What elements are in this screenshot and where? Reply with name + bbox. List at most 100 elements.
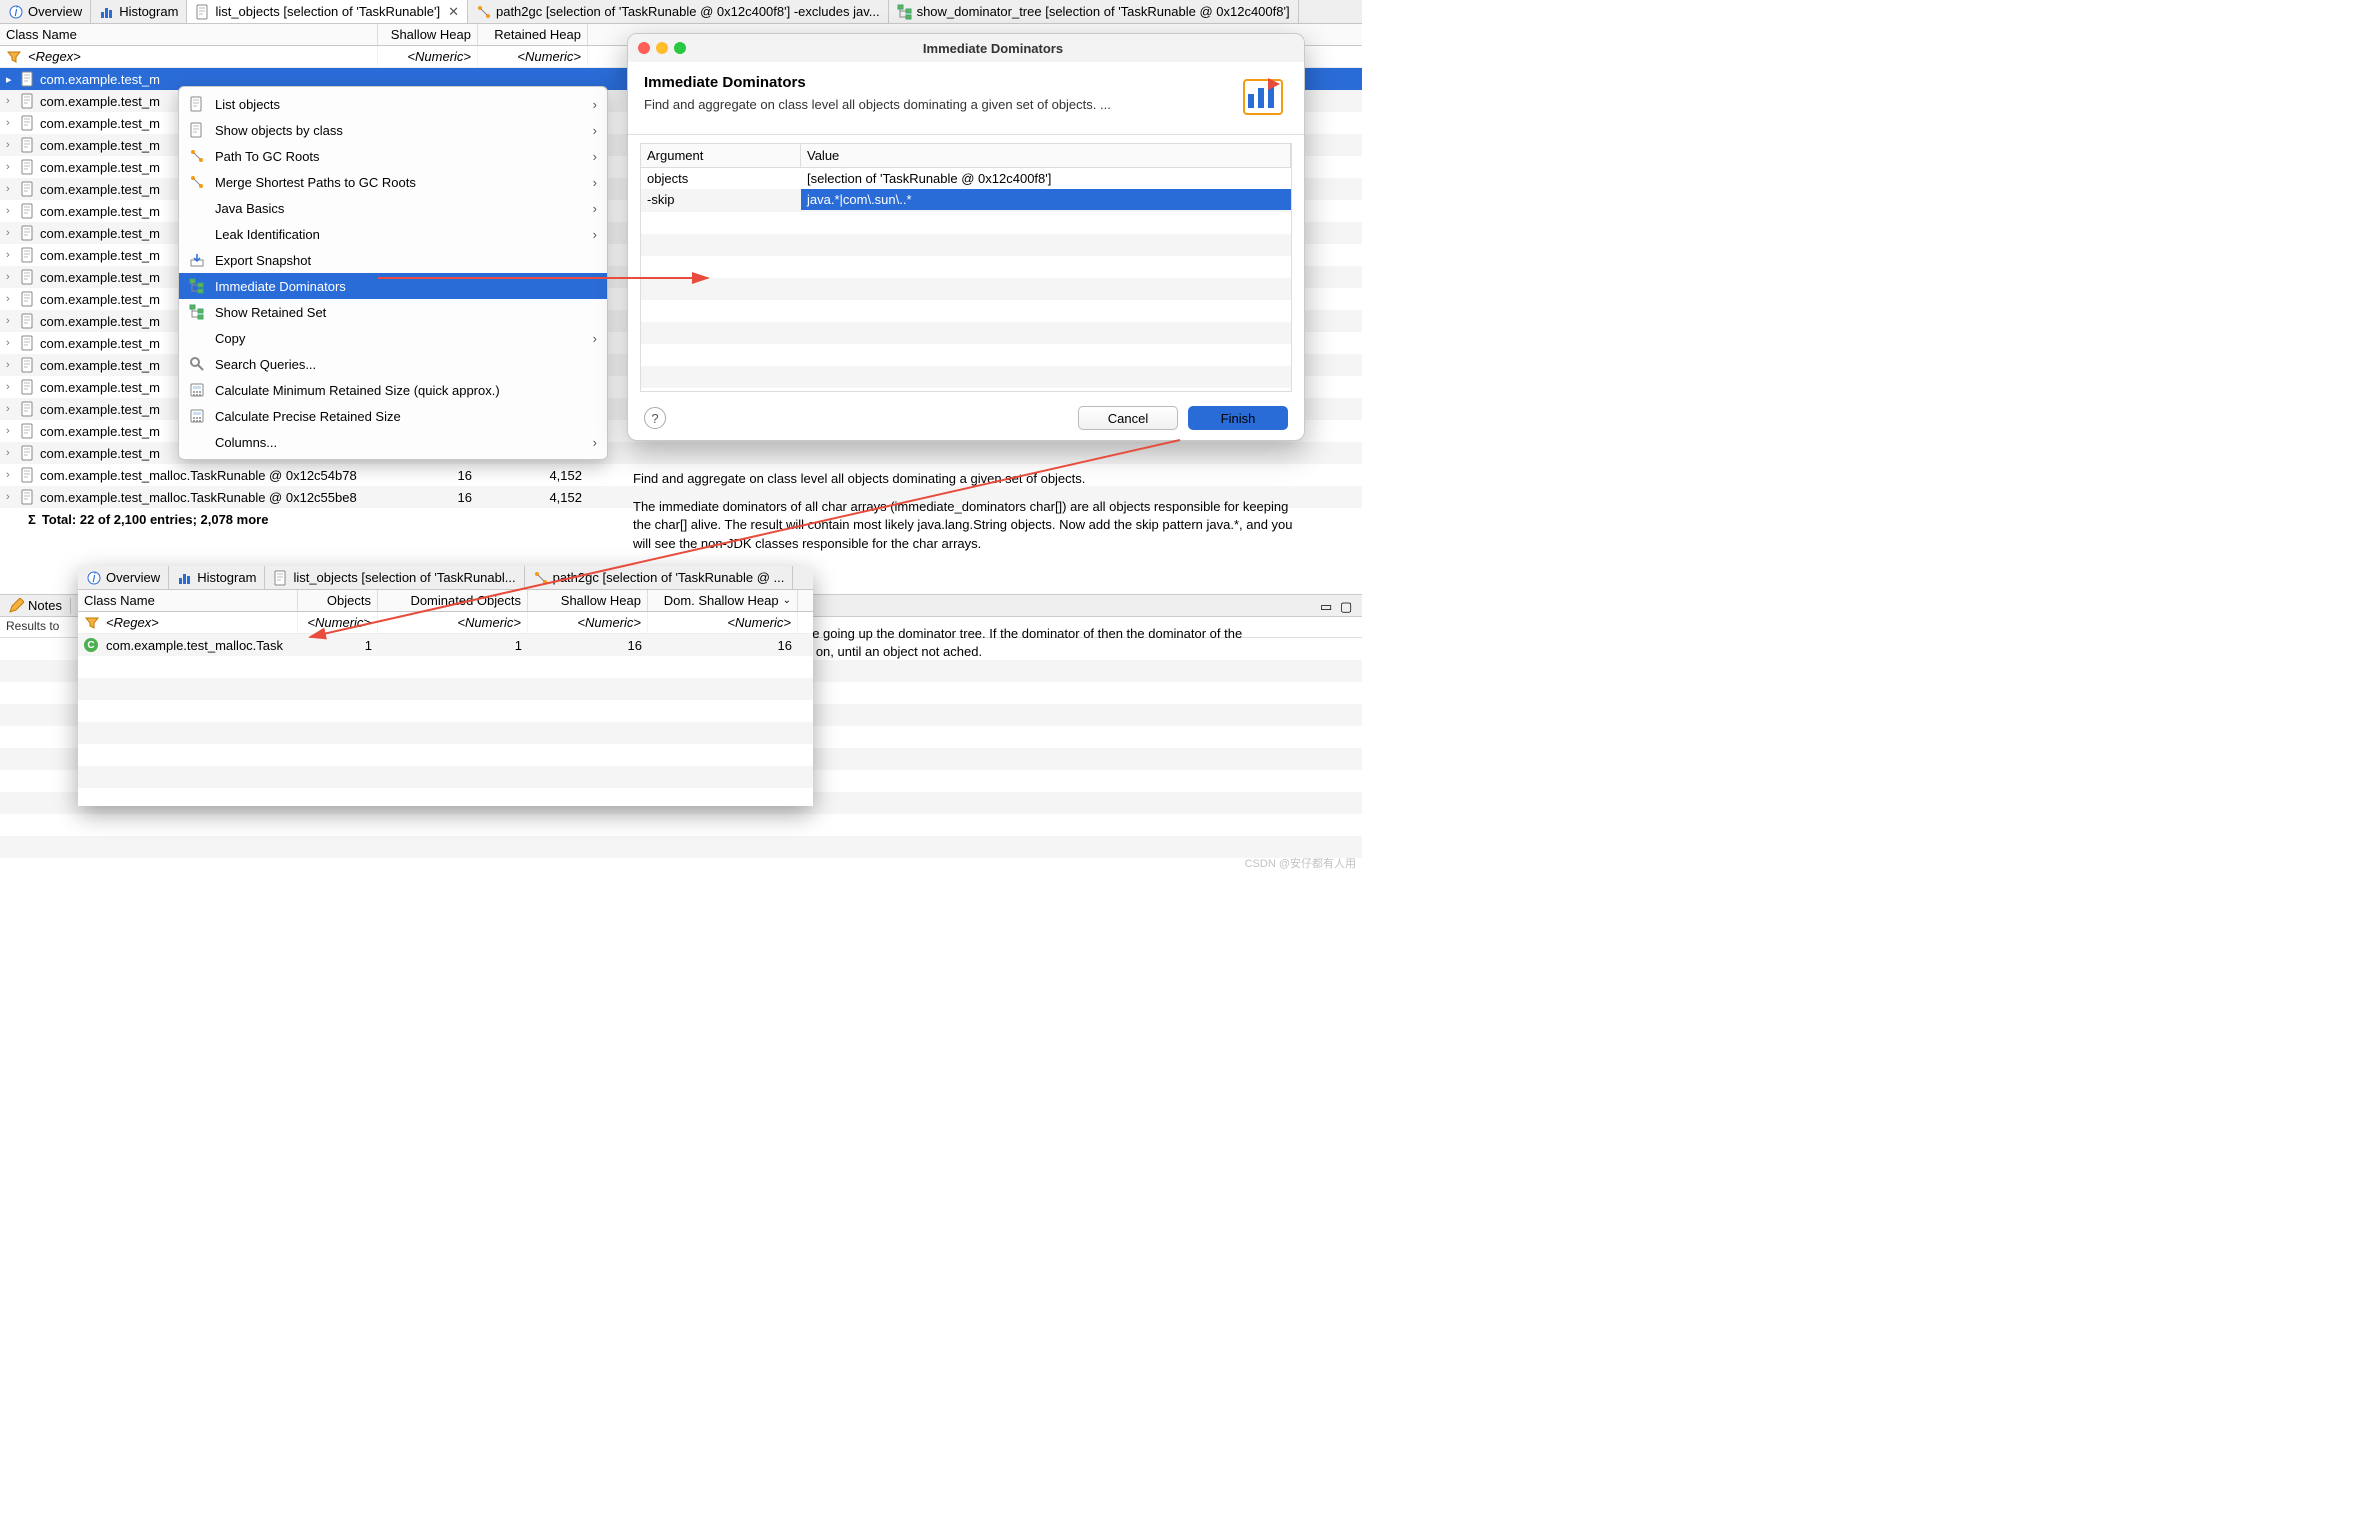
tab-overview[interactable]: Overview bbox=[78, 566, 169, 589]
list-icon bbox=[273, 570, 289, 586]
panel2-blank bbox=[78, 656, 813, 806]
menu-copy[interactable]: Copy› bbox=[179, 325, 607, 351]
arg-header: Argument Value bbox=[640, 143, 1292, 167]
close-icon[interactable]: ✕ bbox=[448, 4, 459, 20]
col-retained[interactable]: Retained Heap bbox=[478, 24, 588, 45]
menu-merge-shortest-paths-to-gc-roots[interactable]: Merge Shortest Paths to GC Roots› bbox=[179, 169, 607, 195]
tab-histogram[interactable]: Histogram bbox=[169, 566, 265, 589]
menu-label: List objects bbox=[215, 97, 280, 112]
menu-java-basics[interactable]: Java Basics› bbox=[179, 195, 607, 221]
expand-icon[interactable]: › bbox=[6, 227, 16, 239]
expand-icon[interactable]: › bbox=[6, 293, 16, 305]
filter-regex[interactable]: <Regex> bbox=[106, 615, 159, 630]
menu-show-retained-set[interactable]: Show Retained Set bbox=[179, 299, 607, 325]
tab-overview[interactable]: Overview bbox=[0, 0, 91, 23]
expand-icon[interactable]: › bbox=[6, 315, 16, 327]
arg-row[interactable]: -skipjava.*|com\.sun\..* bbox=[641, 189, 1291, 210]
object-icon bbox=[20, 423, 36, 439]
histogram-icon bbox=[177, 570, 193, 586]
menu-calculate-precise-retained-size[interactable]: Calculate Precise Retained Size bbox=[179, 403, 607, 429]
expand-icon[interactable]: › bbox=[6, 491, 16, 503]
help-button[interactable]: ? bbox=[644, 407, 666, 429]
expand-icon[interactable]: › bbox=[6, 359, 16, 371]
menu-leak-identification[interactable]: Leak Identification› bbox=[179, 221, 607, 247]
expand-icon[interactable]: ▸ bbox=[6, 73, 16, 86]
info-icon bbox=[8, 4, 24, 20]
expand-icon[interactable]: › bbox=[6, 403, 16, 415]
object-icon bbox=[20, 335, 36, 351]
menu-label: Search Queries... bbox=[215, 357, 316, 372]
filter-numeric[interactable]: <Numeric> bbox=[517, 49, 581, 64]
window-close-icon[interactable] bbox=[638, 42, 650, 54]
arg-value[interactable]: java.*|com\.sun\..* bbox=[801, 189, 1291, 210]
col-shallow[interactable]: Shallow Heap bbox=[378, 24, 478, 45]
expand-icon[interactable]: › bbox=[6, 337, 16, 349]
maximize-icon[interactable]: ▢ bbox=[1340, 599, 1354, 613]
expand-icon[interactable]: › bbox=[6, 249, 16, 261]
minimize-icon[interactable]: ▭ bbox=[1320, 599, 1334, 613]
path-icon bbox=[476, 4, 492, 20]
panel-controls: ▭ ▢ bbox=[1320, 599, 1362, 613]
window-minimize-icon[interactable] bbox=[656, 42, 668, 54]
pencil-icon bbox=[8, 598, 24, 614]
object-icon bbox=[20, 379, 36, 395]
cancel-button[interactable]: Cancel bbox=[1078, 406, 1178, 430]
submenu-icon: › bbox=[593, 149, 597, 164]
cell-class: com.example.test_m bbox=[40, 138, 160, 153]
finish-button[interactable]: Finish bbox=[1188, 406, 1288, 430]
filter-numeric[interactable]: <Numeric> bbox=[407, 49, 471, 64]
object-icon bbox=[20, 269, 36, 285]
menu-icon bbox=[189, 226, 205, 242]
object-icon bbox=[20, 313, 36, 329]
tab-histogram[interactable]: Histogram bbox=[91, 0, 187, 23]
submenu-icon: › bbox=[593, 331, 597, 346]
watermark: CSDN @安仔都有人用 bbox=[1245, 855, 1356, 871]
sigma-icon: Σ bbox=[28, 512, 36, 527]
cell-class: com.example.test_m bbox=[40, 358, 160, 373]
arg-value[interactable]: [selection of 'TaskRunable @ 0x12c400f8'… bbox=[801, 168, 1291, 189]
list-icon bbox=[195, 4, 211, 20]
expand-icon[interactable]: › bbox=[6, 117, 16, 129]
expand-icon[interactable]: › bbox=[6, 447, 16, 459]
menu-path-to-gc-roots[interactable]: Path To GC Roots › bbox=[179, 143, 607, 169]
button-label: Cancel bbox=[1108, 411, 1148, 426]
menu-label: Show objects by class bbox=[215, 123, 343, 138]
editor-tabs: Overview Histogram list_objects [selecti… bbox=[0, 0, 1362, 24]
menu-icon bbox=[189, 304, 205, 320]
arg-row[interactable]: objects[selection of 'TaskRunable @ 0x12… bbox=[641, 168, 1291, 189]
expand-icon[interactable]: › bbox=[6, 469, 16, 481]
expand-icon[interactable]: › bbox=[6, 381, 16, 393]
arg-col-value[interactable]: Value bbox=[801, 144, 1291, 167]
cell-class: com.example.test_m bbox=[40, 380, 160, 395]
expand-icon[interactable]: › bbox=[6, 161, 16, 173]
menu-list-objects[interactable]: List objects› bbox=[179, 91, 607, 117]
filter-regex[interactable]: <Regex> bbox=[28, 49, 81, 64]
tree-icon bbox=[897, 4, 913, 20]
dialog-icon bbox=[1240, 74, 1288, 122]
dialog-heading: Immediate Dominators bbox=[644, 74, 1228, 91]
menu-icon bbox=[189, 382, 205, 398]
arg-col-argument[interactable]: Argument bbox=[641, 144, 801, 167]
menu-label: Path To GC Roots bbox=[215, 149, 320, 164]
col-class[interactable]: Class Name bbox=[0, 24, 378, 45]
cell-class: com.example.test_m bbox=[40, 160, 160, 175]
menu-label: Leak Identification bbox=[215, 227, 320, 242]
col-class[interactable]: Class Name bbox=[78, 590, 298, 611]
immediate-dominators-dialog: Immediate Dominators Immediate Dominator… bbox=[627, 33, 1305, 441]
notes-tab[interactable]: Notes bbox=[0, 598, 71, 614]
menu-show-objects-by-class[interactable]: Show objects by class› bbox=[179, 117, 607, 143]
window-zoom-icon[interactable] bbox=[674, 42, 686, 54]
expand-icon[interactable]: › bbox=[6, 139, 16, 151]
expand-icon[interactable]: › bbox=[6, 95, 16, 107]
expand-icon[interactable]: › bbox=[6, 271, 16, 283]
tab-dominator-tree[interactable]: show_dominator_tree [selection of 'TaskR… bbox=[889, 0, 1299, 23]
tab-list-objects[interactable]: list_objects [selection of 'TaskRunable'… bbox=[187, 0, 468, 23]
expand-icon[interactable]: › bbox=[6, 205, 16, 217]
tab-path2gc[interactable]: path2gc [selection of 'TaskRunable @ 0x1… bbox=[468, 0, 889, 23]
menu-search-queries[interactable]: Search Queries... bbox=[179, 351, 607, 377]
menu-calculate-minimum-retained-size-quick-approx[interactable]: Calculate Minimum Retained Size (quick a… bbox=[179, 377, 607, 403]
expand-icon[interactable]: › bbox=[6, 183, 16, 195]
menu-label: Java Basics bbox=[215, 201, 284, 216]
total-label: Total: 22 of 2,100 entries; 2,078 more bbox=[42, 512, 269, 527]
expand-icon[interactable]: › bbox=[6, 425, 16, 437]
